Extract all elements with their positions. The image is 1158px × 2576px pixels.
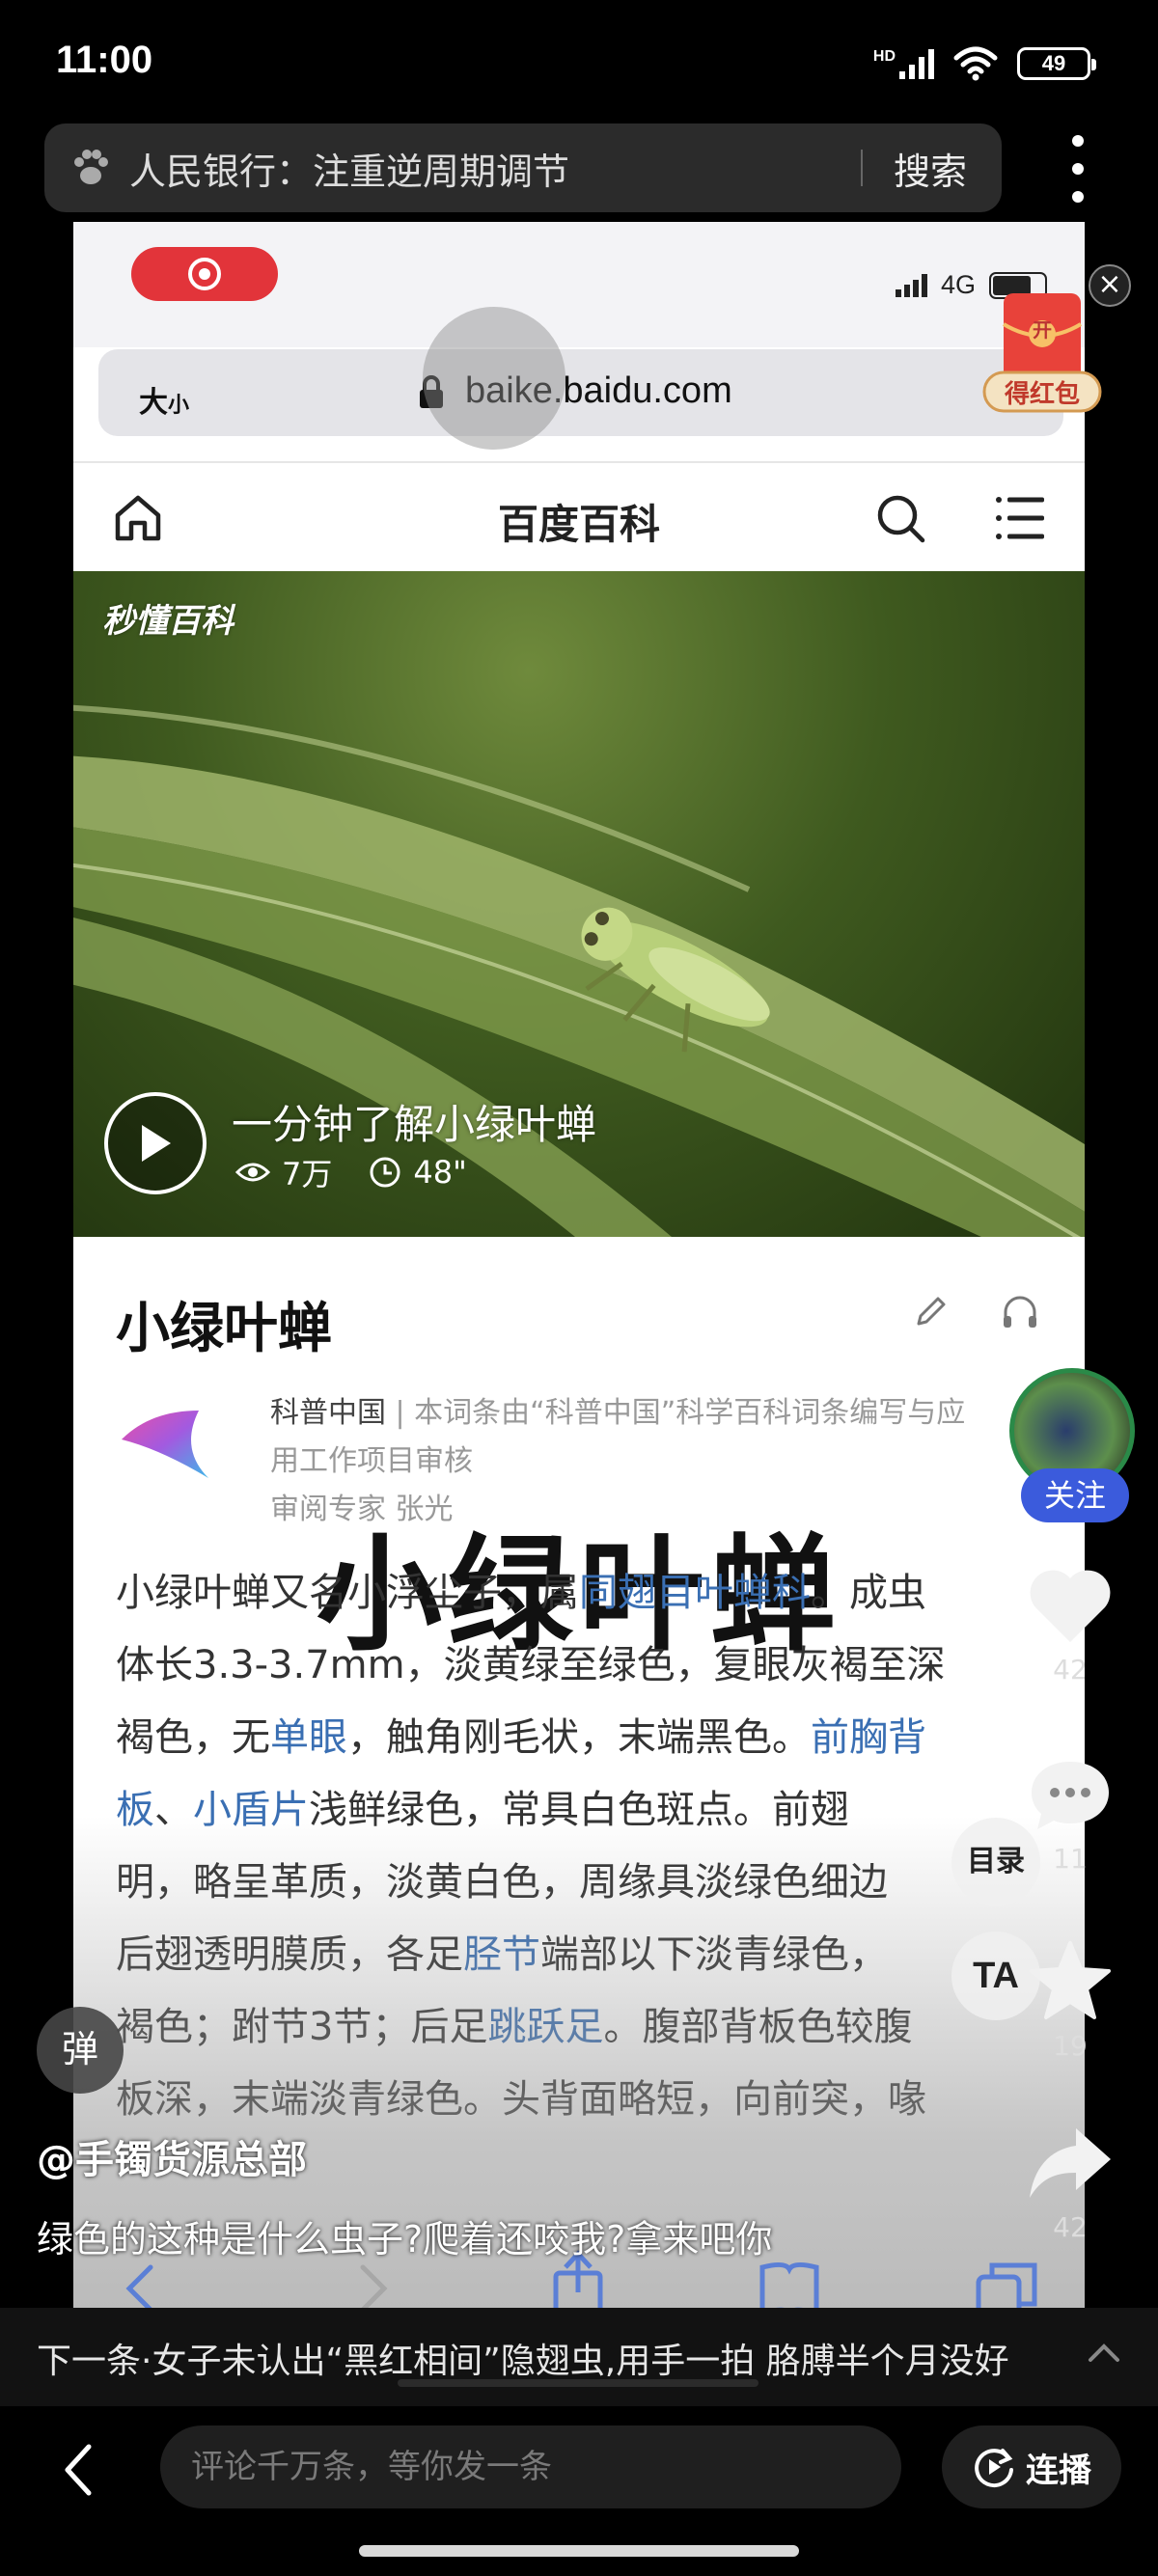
edit-icon	[917, 1297, 946, 1326]
video-description: 绿色的这种是什么虫子?爬着还咬我?拿来吧你	[37, 2218, 773, 2261]
article-line: 体长3.3-3.7mm，淡黄绿至绿色，复眼灰褐至深	[116, 1633, 946, 1689]
danmaku-toggle[interactable]: 弹	[37, 2007, 124, 2094]
status-time: 11:00	[56, 39, 153, 81]
search-icon	[877, 495, 925, 543]
eye-icon	[235, 1163, 270, 1182]
article-title: 小绿叶蝉	[116, 1298, 332, 1360]
cellular-signal-icon: HD	[873, 48, 934, 79]
catalog-button[interactable]: 目录	[951, 1818, 1040, 1906]
red-packet-open: 开	[1033, 318, 1052, 342]
video-caption: 一分钟了解小绿叶蝉	[232, 1101, 597, 1148]
kepu-china-logo	[122, 1411, 208, 1478]
home-indicator	[359, 2545, 799, 2557]
article-text: 小绿叶蝉又名小浮尘子，属	[116, 1571, 579, 1615]
autoplay-button[interactable]: 连播	[942, 2425, 1121, 2508]
status-icons: HD 49	[873, 44, 1096, 83]
baike-title: 百度百科	[497, 501, 660, 548]
video-meta: 7万 48"	[235, 1150, 467, 1194]
like-count: 42	[1053, 1654, 1088, 1685]
next-video-bar[interactable]: 下一条·女子未认出“黑红相间”隐翅虫,用手一拍 胳膊半个月没好	[0, 2308, 1158, 2406]
recorded-status-bar: 4G	[73, 222, 1085, 347]
headphone-icon	[1004, 1296, 1036, 1328]
recorded-signal-icon	[896, 273, 927, 297]
heart-icon	[1030, 1570, 1111, 1642]
share-arrow-icon	[1030, 2128, 1111, 2198]
article-link: 同翅目叶蝉科	[579, 1571, 811, 1615]
favorite-count: 19	[1053, 2030, 1088, 2062]
share-count: 42	[1053, 2211, 1088, 2243]
article-line: 褐色，无单眼，触角刚毛状，末端黑色。前胸背	[116, 1706, 926, 1762]
article-link: 前胸背	[811, 1715, 926, 1760]
bookmarks-icon	[759, 2261, 819, 2319]
video-progress-track[interactable]	[398, 2379, 758, 2387]
next-video-title: 下一条·女子未认出“黑红相间”隐翅虫,用手一拍 胳膊半个月没好	[37, 2342, 1009, 2381]
comment-icon	[1032, 1762, 1109, 1829]
comment-input[interactable]: 评论千万条，等你发一条	[160, 2425, 901, 2508]
share-button[interactable]: 42	[1017, 2123, 1123, 2243]
search-bar[interactable]: 人民银行：注重逆周期调节 搜索	[44, 123, 1002, 212]
author-handle[interactable]: @手镯货源总部	[37, 2128, 307, 2184]
source-name: 科普中国	[270, 1396, 386, 1430]
video-watermark: 秒懂百科	[102, 602, 234, 641]
article-text: 褐色，无	[116, 1715, 270, 1760]
autoplay-label: 连播	[1026, 2451, 1091, 2490]
chevron-up-icon	[1089, 2343, 1119, 2362]
battery-icon: 49	[1017, 47, 1096, 80]
translate-button[interactable]: TA	[951, 1932, 1040, 2020]
clock-icon	[370, 1157, 400, 1188]
menu-icon	[996, 497, 1044, 539]
screen-record-icon	[131, 247, 278, 301]
text-size-label: 大小	[139, 386, 190, 420]
hero-video-thumbnail: 秒懂百科 一分钟了解小绿叶蝉 7万 48"	[73, 571, 1085, 1237]
touch-indicator	[423, 307, 565, 450]
red-packet-label: 得红包	[1004, 380, 1080, 409]
autoplay-icon	[975, 2449, 1013, 2488]
more-options-icon[interactable]	[1063, 135, 1092, 203]
wifi-icon	[953, 46, 998, 81]
paw-icon	[74, 150, 108, 184]
video-duration: 48"	[413, 1154, 467, 1191]
play-icon	[142, 1125, 171, 1162]
recorded-network-label: 4G	[941, 270, 977, 299]
share-icon	[553, 2250, 603, 2318]
network-label: HD	[872, 48, 896, 65]
baike-nav-bar: 百度百科	[73, 461, 1085, 571]
follow-button[interactable]: 关注	[1021, 1468, 1129, 1522]
article-line: 小绿叶蝉又名小浮尘子，属同翅目叶蝉科。成虫	[116, 1561, 926, 1617]
search-divider	[860, 150, 863, 186]
like-button[interactable]: 42	[1017, 1567, 1123, 1685]
article-link: 单眼	[270, 1715, 347, 1760]
search-query[interactable]: 人民银行：注重逆周期调节	[129, 142, 861, 195]
forward-arrow-icon	[360, 2264, 388, 2313]
search-button[interactable]: 搜索	[894, 142, 967, 195]
recorded-url-bar: 大小 baike.baidu.com	[98, 349, 1063, 436]
view-count: 7万	[282, 1156, 333, 1192]
back-icon[interactable]	[60, 2441, 98, 2499]
play-button[interactable]	[104, 1092, 207, 1194]
video-player[interactable]: 4G 大小 baike.baidu.com 百度百科 秒懂百科 一分钟了解小绿叶…	[73, 222, 1085, 2404]
article-text: ，触角刚毛状，末端黑色。	[347, 1715, 811, 1760]
article-text: 体长3.3-3.7mm，淡黄绿至绿色，复眼灰褐至深	[116, 1643, 946, 1687]
comment-bar: 评论千万条，等你发一条 连播	[0, 2412, 1158, 2528]
article-text: 。成虫	[811, 1571, 926, 1615]
back-arrow-icon	[125, 2264, 153, 2313]
